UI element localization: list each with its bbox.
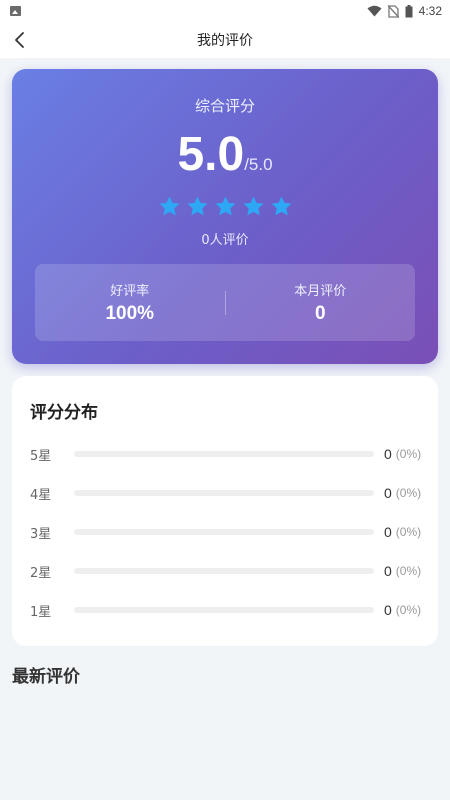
distribution-row-label: 5星	[30, 448, 52, 464]
distribution-count: 0	[384, 485, 392, 501]
distribution-row-label: 2星	[30, 565, 52, 581]
review-count: 0人评价	[201, 233, 249, 248]
distribution-row: 5星 0 (0%)	[30, 444, 422, 464]
back-button[interactable]	[8, 28, 32, 52]
rating-summary-card: 综合评分 5.0/5.0 0人评价 好评率 100% 本月评价 0	[12, 69, 438, 364]
positive-rate-stat: 好评率 100%	[35, 280, 225, 325]
distribution-row: 4星 0 (0%)	[30, 483, 422, 503]
image-notification-icon	[10, 6, 21, 16]
status-right: 4:32	[367, 4, 442, 18]
distribution-row: 3星 0 (0%)	[30, 522, 422, 542]
distribution-percent: (0%)	[395, 564, 422, 578]
overall-score: 5.0	[177, 128, 245, 181]
battery-icon	[405, 4, 413, 17]
distribution-bar	[74, 451, 374, 457]
distribution-percent: (0%)	[395, 447, 422, 461]
distribution-count: 0	[384, 524, 392, 540]
overall-rating-label: 综合评分	[194, 97, 255, 115]
distribution-row: 2星 0 (0%)	[30, 561, 422, 581]
wifi-icon	[367, 5, 382, 17]
star-icon	[271, 196, 291, 216]
distribution-row-label: 4星	[30, 487, 52, 503]
score-max: /5.0	[244, 155, 273, 174]
chevron-left-icon	[15, 32, 24, 48]
distribution-row: 1星 0 (0%)	[30, 600, 422, 620]
status-bar: 4:32	[0, 0, 450, 22]
app-bar: 我的评价	[0, 22, 450, 58]
star-icon	[159, 196, 179, 216]
distribution-count: 0	[384, 602, 392, 618]
rating-distribution-card: 评分分布 5星 0 (0%) 4星 0 (0%) 3星 0 (0%) 2星 0 …	[12, 376, 438, 646]
score-row: 5.0/5.0	[12, 127, 438, 182]
no-sim-icon	[387, 4, 399, 18]
latest-reviews-title: 最新评价	[12, 667, 80, 687]
distribution-title: 评分分布	[30, 403, 98, 423]
status-time: 4:32	[418, 4, 442, 18]
stats-box: 好评率 100% 本月评价 0	[35, 264, 415, 341]
page-title: 我的评价	[197, 33, 253, 49]
monthly-reviews-value: 0	[314, 303, 326, 324]
star-icon	[187, 196, 207, 216]
status-left	[10, 6, 21, 16]
distribution-row-label: 3星	[30, 526, 52, 542]
distribution-count: 0	[384, 563, 392, 579]
monthly-reviews-label: 本月评价	[294, 284, 347, 299]
star-icon	[243, 196, 263, 216]
distribution-row-label: 1星	[30, 604, 52, 620]
monthly-reviews-stat: 本月评价 0	[226, 280, 416, 325]
distribution-percent: (0%)	[395, 486, 422, 500]
star-icon	[215, 196, 235, 216]
positive-rate-label: 好评率	[110, 284, 150, 299]
distribution-count: 0	[384, 446, 392, 462]
distribution-percent: (0%)	[395, 603, 422, 617]
distribution-bar	[74, 490, 374, 496]
distribution-bar	[74, 529, 374, 535]
distribution-bar	[74, 607, 374, 613]
distribution-bar	[74, 568, 374, 574]
positive-rate-value: 100%	[105, 303, 155, 324]
star-rating	[12, 195, 438, 218]
distribution-percent: (0%)	[395, 525, 422, 539]
